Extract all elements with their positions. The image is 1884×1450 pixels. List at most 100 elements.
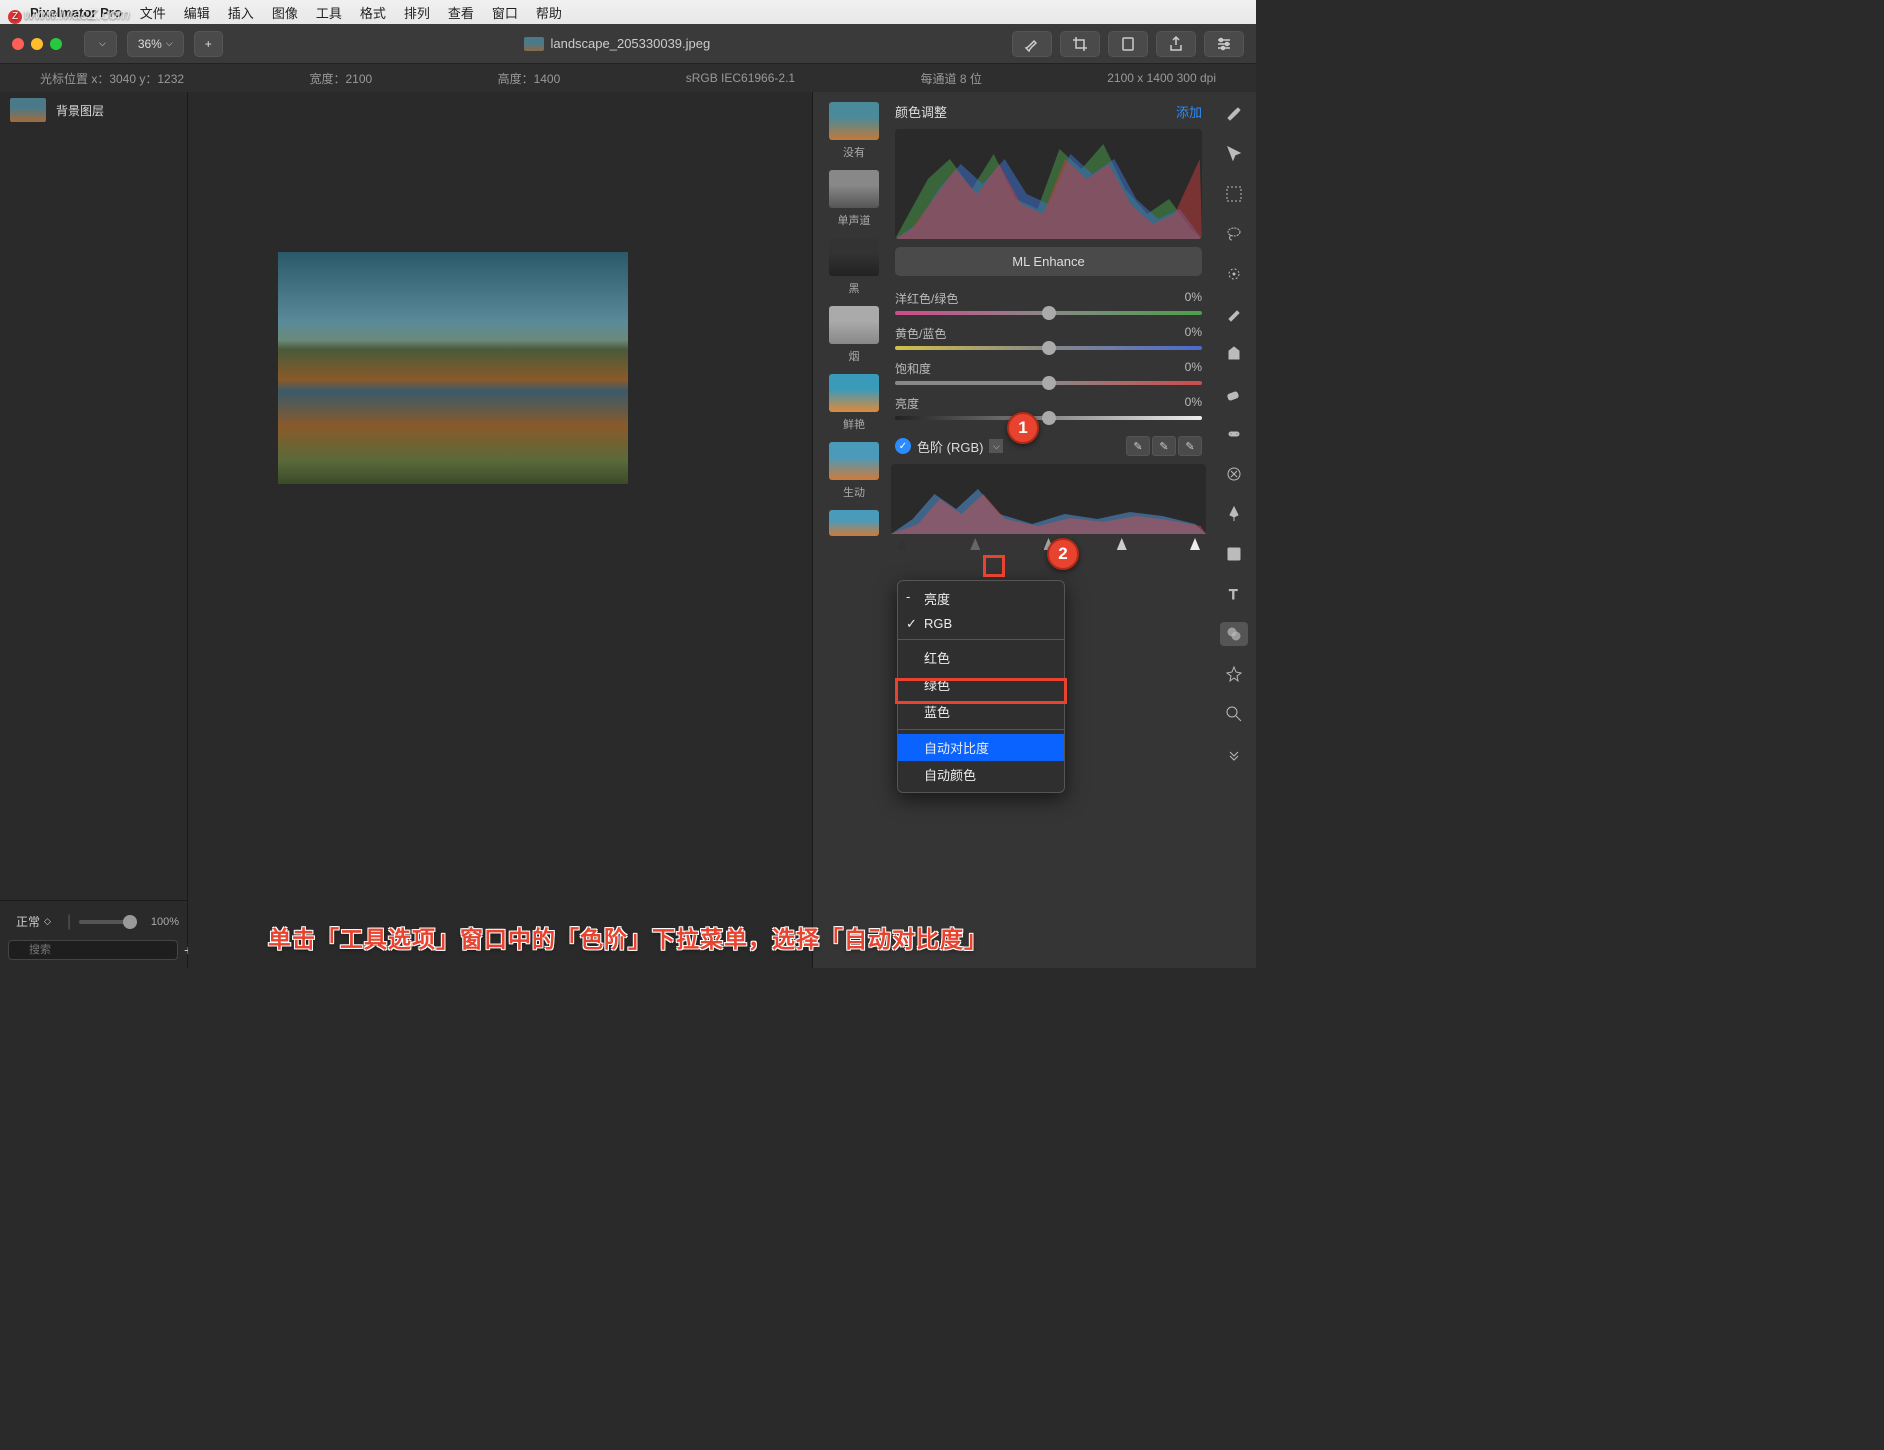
title-thumbnail <box>524 37 544 51</box>
levels-dark-mid[interactable] <box>970 538 980 550</box>
slider-label-yb: 黄色/蓝色 <box>895 325 946 342</box>
preset-black[interactable]: 黑 <box>823 238 885 296</box>
dropdown-item-red[interactable]: 红色 <box>898 644 1064 671</box>
magic-wand-icon[interactable] <box>1220 262 1248 286</box>
dropdown-item-rgb[interactable]: ✓RGB <box>898 612 1064 635</box>
menu-edit[interactable]: 编辑 <box>184 3 210 22</box>
eraser-icon[interactable] <box>1220 382 1248 406</box>
preset-partial[interactable] <box>823 510 885 540</box>
arrow-tool-icon[interactable] <box>1220 142 1248 166</box>
info-width: 宽度：2100 <box>309 70 372 87</box>
menu-arrange[interactable]: 排列 <box>404 3 430 22</box>
preset-vivid[interactable]: 鲜艳 <box>823 374 885 432</box>
brush-icon[interactable] <box>1220 302 1248 326</box>
layer-thumbnail <box>10 98 46 122</box>
infobar: 光标位置 x：3040 y：1232 宽度：2100 高度：1400 sRGB … <box>0 64 1256 92</box>
zoom-select[interactable]: 36%⌵ <box>127 31 184 57</box>
preset-none[interactable]: 没有 <box>823 102 885 160</box>
menu-file[interactable]: 文件 <box>140 3 166 22</box>
eyedropper-gray[interactable]: ✎ <box>1152 436 1176 456</box>
info-colorspace: sRGB IEC61966-2.1 <box>686 71 795 85</box>
levels-white-point[interactable] <box>1190 538 1200 550</box>
fill-tool-icon[interactable] <box>1220 342 1248 366</box>
inspector-panel: 没有 单声道 黑 烟 鲜艳 生动 颜色调整 添加 <box>812 92 1212 968</box>
maximize-window[interactable] <box>50 38 62 50</box>
slider-brightness[interactable] <box>895 416 1202 420</box>
marquee-tool-icon[interactable] <box>1220 182 1248 206</box>
preset-smoke[interactable]: 烟 <box>823 306 885 364</box>
pen-tool-icon[interactable] <box>1220 502 1248 526</box>
brush-tool-icon[interactable] <box>1012 31 1052 57</box>
canvas-area[interactable] <box>188 92 812 968</box>
layer-search-input[interactable] <box>8 940 178 960</box>
levels-dropdown-toggle[interactable]: ⌵ <box>989 439 1003 453</box>
menu-help[interactable]: 帮助 <box>536 3 562 22</box>
blend-mode-select[interactable]: 正常◇ <box>8 909 59 934</box>
crop-tool-icon[interactable] <box>1060 31 1100 57</box>
layer-row[interactable]: 背景图层 <box>0 92 187 128</box>
menubar: Pixelmator Pro 文件 编辑 插入 图像 工具 格式 排列 查看 窗… <box>0 0 1256 24</box>
heal-tool-icon[interactable] <box>1220 422 1248 446</box>
paint-tool-icon[interactable] <box>1220 102 1248 126</box>
menu-format[interactable]: 格式 <box>360 3 386 22</box>
slider-label-bri: 亮度 <box>895 395 919 412</box>
svg-text:T: T <box>1229 586 1238 602</box>
close-window[interactable] <box>12 38 24 50</box>
slider-saturation[interactable] <box>895 381 1202 385</box>
slider-magenta-green[interactable] <box>895 311 1202 315</box>
menu-image[interactable]: 图像 <box>272 3 298 22</box>
slider-val-yb: 0% <box>1185 325 1202 342</box>
slider-val-mg: 0% <box>1185 290 1202 307</box>
slider-yellow-blue[interactable] <box>895 346 1202 350</box>
clone-tool-icon[interactable] <box>1220 462 1248 486</box>
preset-mono[interactable]: 单声道 <box>823 170 885 228</box>
slider-val-bri: 0% <box>1185 395 1202 412</box>
levels-light-mid[interactable] <box>1117 538 1127 550</box>
opacity-slider[interactable] <box>79 920 137 924</box>
cursor-position: 光标位置 x：3040 y：1232 <box>40 70 184 87</box>
slider-label-mg: 洋红色/绿色 <box>895 290 958 307</box>
share-icon[interactable] <box>1156 31 1196 57</box>
canvas-image <box>278 252 628 484</box>
layers-panel: 背景图层 正常◇ | 100% + ⌵ <box>0 92 188 968</box>
watermark: Zwww.MacZ.com <box>8 6 130 24</box>
document-icon[interactable] <box>1108 31 1148 57</box>
zoom-tool-icon[interactable] <box>1220 702 1248 726</box>
more-tools-icon[interactable] <box>1220 742 1248 766</box>
ml-enhance-button[interactable]: ML Enhance <box>895 247 1202 276</box>
info-depth: 每通道 8 位 <box>920 70 981 87</box>
settings-icon[interactable] <box>1204 31 1244 57</box>
opacity-value: 100% <box>151 916 179 928</box>
add-adjustment[interactable]: 添加 <box>1176 102 1202 121</box>
menu-view[interactable]: 查看 <box>448 3 474 22</box>
text-tool-icon[interactable]: T <box>1220 582 1248 606</box>
color-adjust-tool-icon[interactable] <box>1220 622 1248 646</box>
menu-insert[interactable]: 插入 <box>228 3 254 22</box>
shape-tool-icon[interactable] <box>1220 542 1248 566</box>
dropdown-item-auto-contrast[interactable]: 自动对比度 <box>898 734 1064 761</box>
add-button[interactable]: + <box>194 31 223 57</box>
toolbar: ⌵ 36%⌵ + landscape_205330039.jpeg <box>0 24 1256 64</box>
annotation-badge-2: 2 <box>1047 538 1079 570</box>
slider-label-sat: 饱和度 <box>895 360 931 377</box>
levels-checkbox[interactable]: ✓ <box>895 438 911 454</box>
adjustments-title: 颜色调整 <box>895 102 947 121</box>
effects-tool-icon[interactable] <box>1220 662 1248 686</box>
annotation-box-2 <box>895 678 1067 704</box>
sidebar-toggle[interactable]: ⌵ <box>84 31 117 57</box>
info-dimensions: 2100 x 1400 300 dpi <box>1107 71 1216 85</box>
menu-tools[interactable]: 工具 <box>316 3 342 22</box>
levels-black-point[interactable] <box>897 538 907 550</box>
document-title: landscape_205330039.jpeg <box>233 36 1002 51</box>
eyedropper-white[interactable]: ✎ <box>1178 436 1202 456</box>
preset-lively[interactable]: 生动 <box>823 442 885 500</box>
eyedropper-black[interactable]: ✎ <box>1126 436 1150 456</box>
layer-name: 背景图层 <box>56 102 104 119</box>
minimize-window[interactable] <box>31 38 43 50</box>
info-height: 高度：1400 <box>498 70 561 87</box>
tool-strip: T <box>1212 92 1256 968</box>
dropdown-item-brightness[interactable]: -亮度 <box>898 585 1064 612</box>
dropdown-item-auto-color[interactable]: 自动颜色 <box>898 761 1064 788</box>
lasso-tool-icon[interactable] <box>1220 222 1248 246</box>
menu-window[interactable]: 窗口 <box>492 3 518 22</box>
